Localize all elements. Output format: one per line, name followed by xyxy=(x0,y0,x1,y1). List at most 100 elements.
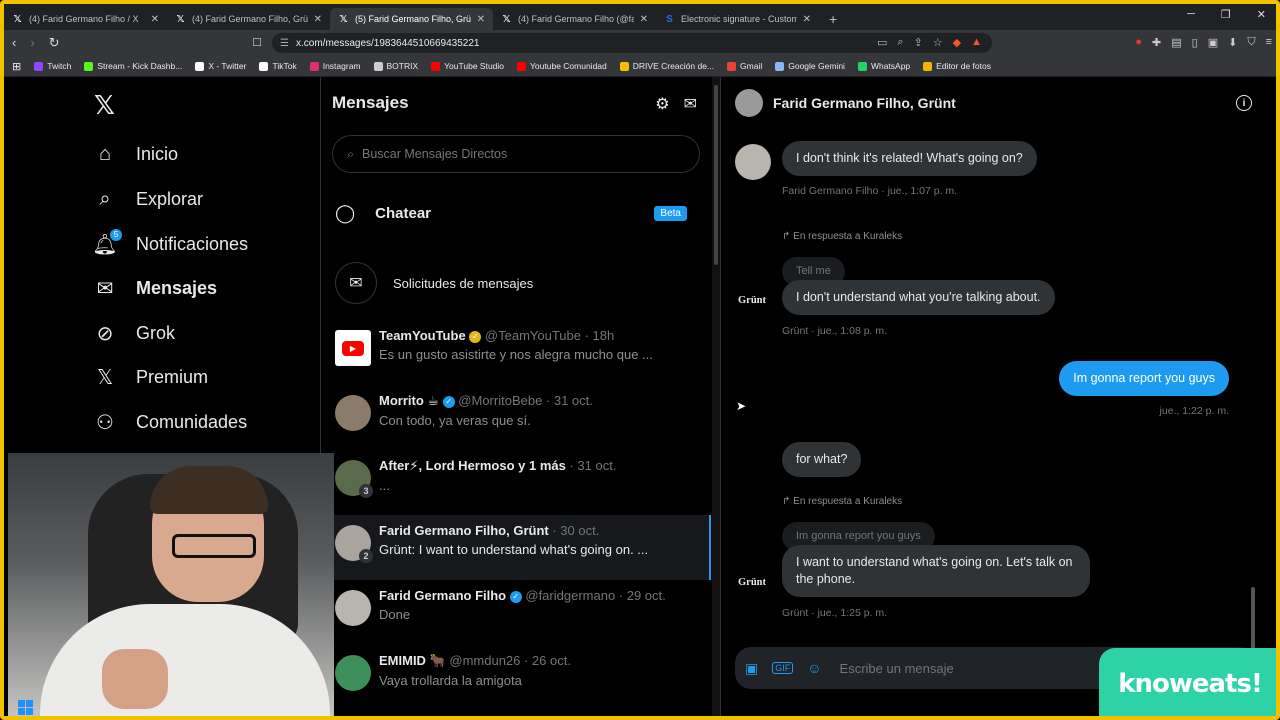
bookmark-item[interactable]: Google Gemini xyxy=(775,61,845,71)
requests-label: Solicitudes de mensajes xyxy=(393,275,534,291)
apps-grid-icon[interactable]: ⊞ xyxy=(12,60,21,73)
wallet-icon[interactable]: ▣ xyxy=(1208,36,1218,49)
sidebar-item-explorar[interactable]: ⌕ Explorar xyxy=(92,184,203,214)
bookmark-item[interactable]: Twitch xyxy=(34,61,71,71)
conversation-item[interactable]: Farid Germano Filho ✓ @faridgermano · 29… xyxy=(321,580,711,645)
sidebar-item-grok[interactable]: ⊘ Grok xyxy=(92,318,175,348)
conversation-item[interactable]: 3 After⚡, Lord Hermoso y 1 más · 31 oct.… xyxy=(321,450,711,515)
conversation-name: Morrito ☕ xyxy=(379,393,440,408)
brave-shield-icon[interactable]: ◆ xyxy=(953,36,961,49)
close-icon[interactable]: ✕ xyxy=(640,14,648,25)
gear-icon[interactable]: ⚙ xyxy=(655,94,669,114)
conversation-item[interactable]: ▶ TeamYouTube ✓ @TeamYouTube · 18h Es un … xyxy=(321,320,711,385)
sidebar-item-label: Comunidades xyxy=(136,411,248,432)
sidebar-item-mensajes[interactable]: ✉ Mensajes xyxy=(92,273,217,303)
sidebar-toggle-icon[interactable]: ▯ xyxy=(1192,36,1198,49)
emoji-icon[interactable]: ☺ xyxy=(807,660,821,676)
search-input[interactable]: ⌕ Buscar Mensajes Directos xyxy=(332,135,700,173)
maximize-icon[interactable]: ❐ xyxy=(1221,8,1231,21)
bookmark-favicon-icon xyxy=(923,61,933,71)
conversation-preview: Done xyxy=(379,607,411,622)
url-field[interactable]: ☰ x.com/messages/1983644510669435221 ▭ ⌕… xyxy=(272,33,992,53)
browser-tab[interactable]: 𝕏 (4) Farid Germano Filho, Grünt / X ✕ xyxy=(167,8,330,30)
media-icon[interactable]: ▤ xyxy=(1171,36,1181,49)
sidebar-item-comunidades[interactable]: ⚇ Comunidades xyxy=(92,407,247,437)
bookmark-favicon-icon xyxy=(727,61,737,71)
bookmark-item[interactable]: YouTube Studio xyxy=(431,61,504,71)
new-tab-button[interactable]: + xyxy=(819,8,847,30)
message-bubble: I don't think it's related! What's going… xyxy=(782,141,1037,176)
close-icon[interactable]: ✕ xyxy=(477,14,485,25)
close-window-icon[interactable]: ✕ xyxy=(1257,8,1266,21)
verified-icon: ✓ xyxy=(442,395,455,408)
notification-badge: 5 xyxy=(110,228,122,241)
extensions-icon[interactable]: ✚ xyxy=(1152,36,1161,49)
sidebar-item-inicio[interactable]: ⌂ Inicio xyxy=(92,139,178,169)
conversation-preview: Grünt: I want to understand what's going… xyxy=(379,542,649,557)
bookmark-item[interactable]: BOTRIX xyxy=(373,61,418,71)
address-bar-row: ‹ › ↻ ☐ ☰ x.com/messages/198364451066943… xyxy=(4,30,1276,56)
x-icon: 𝕏 xyxy=(13,13,22,25)
close-icon[interactable]: ✕ xyxy=(803,14,811,25)
browser-tab[interactable]: 𝕏 (4) Farid Germano Filho / X ✕ xyxy=(4,8,167,30)
new-message-icon[interactable]: ✉ xyxy=(684,94,697,114)
conversation-item[interactable]: Morrito ☕ ✓ @MorritoBebe · 31 oct. Con to… xyxy=(321,385,711,450)
brave-rewards-icon[interactable]: ▲ xyxy=(971,36,982,49)
sidebar-item-notificaciones[interactable]: 🔔︎ 5 Notificaciones xyxy=(92,228,248,259)
bookmark-item[interactable]: TikTok xyxy=(259,61,297,71)
sidebar-item-premium[interactable]: 𝕏 Premium xyxy=(92,362,208,392)
composer-input[interactable]: Escribe un mensaje xyxy=(840,661,954,676)
chat-panel: Farid Germano Filho, Grünt i I don't thi… xyxy=(721,77,1276,716)
info-icon[interactable]: i xyxy=(1236,95,1252,111)
bookmark-item[interactable]: Gmail xyxy=(727,61,762,71)
conversation-scrollbar[interactable] xyxy=(712,77,720,716)
chat-entry[interactable]: ◯ Chatear Beta xyxy=(335,203,687,224)
close-icon[interactable]: ✕ xyxy=(151,14,159,25)
forward-icon[interactable]: › xyxy=(30,35,34,51)
x-logo-icon[interactable]: 𝕏 xyxy=(94,91,115,121)
back-icon[interactable]: ‹ xyxy=(12,35,16,51)
message-bubble: for what? xyxy=(782,442,862,477)
reload-icon[interactable]: ↻ xyxy=(49,35,60,51)
close-icon[interactable]: ✕ xyxy=(314,14,322,25)
bookmark-item[interactable]: Editor de fotos xyxy=(923,61,991,71)
minimize-icon[interactable]: ─ xyxy=(1187,8,1195,21)
cast-icon[interactable]: ▭ xyxy=(877,36,887,49)
conversation-item-selected[interactable]: 2 Farid Germano Filho, Grünt · 30 oct. Gr… xyxy=(321,515,711,580)
chat-header[interactable]: Farid Germano Filho, Grünt xyxy=(735,89,956,117)
bookmark-star-icon[interactable]: ☆ xyxy=(933,36,943,49)
record-icon[interactable]: ● xyxy=(1135,36,1142,49)
browser-tab[interactable]: 𝕏 (4) Farid Germano Filho (@faridgerm ✕ xyxy=(493,8,656,30)
bookmark-item[interactable]: WhatsApp xyxy=(857,61,910,71)
site-settings-icon[interactable]: ☰ xyxy=(280,38,289,49)
bookmark-label: X - Twitter xyxy=(208,61,247,71)
conversation-meta: @mmdun26 · 26 oct. xyxy=(449,653,571,668)
download-icon[interactable]: ⬇ xyxy=(1228,36,1237,49)
gif-icon[interactable]: GIF xyxy=(772,662,794,674)
bookmark-item[interactable]: Instagram xyxy=(309,61,361,71)
brand-overlay: knoweats! xyxy=(1099,648,1276,716)
sidebar-item-label: Inicio xyxy=(136,143,179,164)
member-count: 3 xyxy=(359,484,373,498)
browser-tab[interactable]: S Electronic signature - Custom eSign ✕ xyxy=(656,8,819,30)
menu-icon[interactable]: ≡ xyxy=(1266,36,1272,49)
browser-tab-active[interactable]: 𝕏 (5) Farid Germano Filho, Grünt / X ✕ xyxy=(330,8,493,30)
bookmark-icon[interactable]: ☐ xyxy=(252,36,262,49)
bookmark-item[interactable]: Stream - Kick Dashb... xyxy=(84,61,182,71)
chat-scrollbar[interactable] xyxy=(1250,127,1256,687)
messages-actions: ⚙ ✉ xyxy=(655,94,697,114)
bookmark-label: Instagram xyxy=(322,61,361,71)
windows-start-icon[interactable] xyxy=(18,699,33,715)
bookmark-item[interactable]: Youtube Comunidad xyxy=(517,61,607,71)
vpn-icon[interactable]: ⛉ xyxy=(1247,36,1255,49)
scrollbar-thumb[interactable] xyxy=(714,85,718,265)
bookmark-item[interactable]: X - Twitter xyxy=(195,61,246,71)
tab-title: (4) Farid Germano Filho / X xyxy=(29,14,139,24)
share-icon[interactable]: ⇪ xyxy=(914,36,923,49)
image-icon[interactable]: ▣ xyxy=(745,660,758,677)
sidebar-item-label: Explorar xyxy=(136,188,204,209)
conversation-preview: Es un gusto asistirte y nos alegra mucho… xyxy=(379,347,653,362)
bookmark-item[interactable]: DRIVE Creación de... xyxy=(619,61,714,71)
zoom-icon[interactable]: ⌕ xyxy=(897,36,903,49)
message-requests[interactable]: ✉ Solicitudes de mensajes xyxy=(335,262,533,304)
